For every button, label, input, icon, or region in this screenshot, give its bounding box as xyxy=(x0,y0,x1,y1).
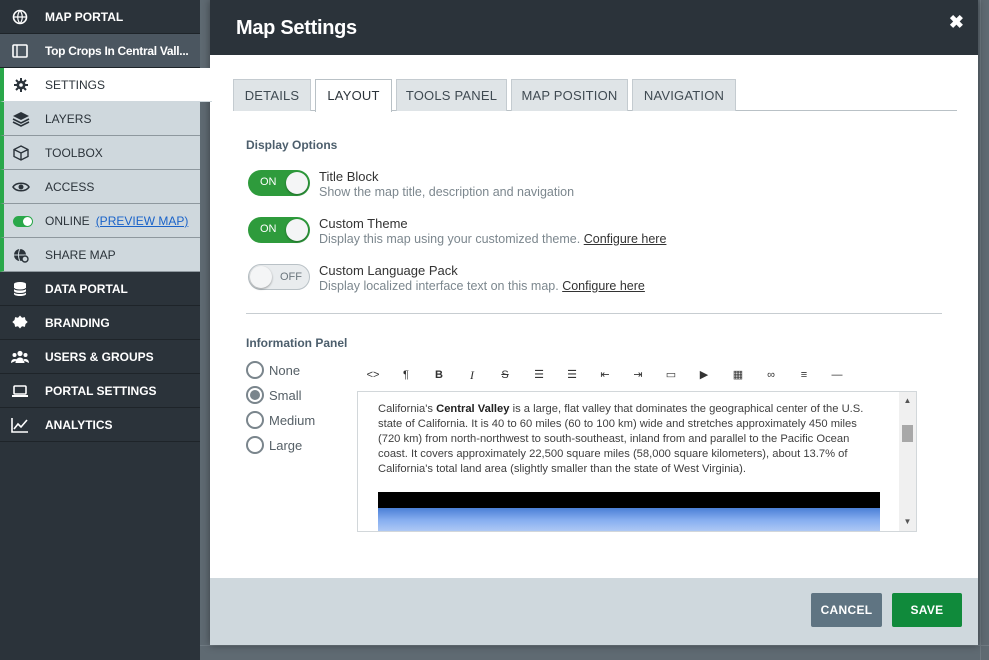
link-icon[interactable]: ∞ xyxy=(760,364,782,386)
configure-theme-link[interactable]: Configure here xyxy=(584,232,667,246)
configure-language-link[interactable]: Configure here xyxy=(562,279,645,293)
video-icon[interactable]: ▶ xyxy=(693,364,715,386)
information-panel-heading: Information Panel xyxy=(246,336,348,350)
image-icon[interactable]: ▭ xyxy=(660,364,682,386)
option-title: Custom Language Pack xyxy=(319,263,458,278)
nav-portal-settings[interactable]: PORTAL SETTINGS xyxy=(0,374,200,408)
bold-icon[interactable]: B xyxy=(428,364,450,386)
nav-label: MAP PORTAL xyxy=(45,10,124,24)
option-description: Display this map using your customized t… xyxy=(319,232,581,246)
radio-medium[interactable]: Medium xyxy=(246,410,315,430)
chart-icon xyxy=(11,418,28,433)
radio-small[interactable]: Small xyxy=(246,385,302,405)
modal-header: Map Settings ✖ xyxy=(210,0,978,55)
strikethrough-icon[interactable]: S xyxy=(494,364,516,386)
radio-none[interactable]: None xyxy=(246,360,300,380)
scroll-thumb[interactable] xyxy=(902,425,913,442)
preview-map-link[interactable]: (PREVIEW MAP) xyxy=(96,214,189,228)
outdent-icon[interactable]: ⇤ xyxy=(594,364,616,386)
globe-icon xyxy=(12,9,28,25)
laptop-icon xyxy=(12,385,28,397)
indent-icon[interactable]: ⇥ xyxy=(627,364,649,386)
option-title: Title Block xyxy=(319,169,379,184)
title-block-toggle[interactable]: ON xyxy=(248,170,310,196)
toggle-icon[interactable] xyxy=(13,216,33,227)
layers-icon xyxy=(12,112,30,127)
nav-label: TOOLBOX xyxy=(45,146,103,160)
save-button[interactable]: SAVE xyxy=(892,593,962,627)
tab-navigation[interactable]: NAVIGATION xyxy=(632,79,736,111)
italic-icon[interactable]: I xyxy=(461,364,483,386)
nav-settings[interactable]: SETTINGS xyxy=(0,68,212,102)
nav-label: ACCESS xyxy=(45,180,95,194)
embedded-image[interactable] xyxy=(378,492,880,531)
tab-layout[interactable]: LAYOUT xyxy=(315,79,392,112)
nav-users-groups[interactable]: USERS & GROUPS xyxy=(0,340,200,374)
numbered-list-icon[interactable]: ☰ xyxy=(561,364,583,386)
users-icon xyxy=(11,350,29,363)
cancel-button[interactable]: CANCEL xyxy=(811,593,882,627)
tab-bar: DETAILS LAYOUT TOOLS PANEL MAP POSITION … xyxy=(233,79,957,112)
sidebar: MAP PORTAL Top Crops In Central Vall... … xyxy=(0,0,212,660)
gear-icon xyxy=(14,78,28,92)
share-globe-icon xyxy=(14,248,29,263)
nav-share-map[interactable]: SHARE MAP xyxy=(0,238,200,272)
nav-label: ANALYTICS xyxy=(45,418,113,432)
nav-label: LAYERS xyxy=(45,112,92,126)
nav-label: USERS & GROUPS xyxy=(45,350,154,364)
nav-online[interactable]: ONLINE (PREVIEW MAP) xyxy=(0,204,200,238)
rich-text-editor[interactable]: California's Central Valley is a large, … xyxy=(357,391,917,532)
toggle-state: ON xyxy=(260,176,277,188)
nav-label: SHARE MAP xyxy=(45,248,116,262)
nav-analytics[interactable]: ANALYTICS xyxy=(0,408,200,442)
badge-icon xyxy=(12,315,28,329)
toggle-state: OFF xyxy=(280,271,302,283)
table-icon[interactable]: ▦ xyxy=(727,364,749,386)
modal-footer: CANCEL SAVE xyxy=(210,578,978,645)
nav-label: SETTINGS xyxy=(45,78,106,92)
display-options-heading: Display Options xyxy=(246,138,338,152)
nav-label: DATA PORTAL xyxy=(45,282,128,296)
map-settings-modal: Map Settings ✖ DETAILS LAYOUT TOOLS PANE… xyxy=(210,0,978,645)
map-icon xyxy=(12,44,28,58)
divider xyxy=(246,313,942,314)
nav-branding[interactable]: BRANDING xyxy=(0,306,200,340)
editor-toolbar: <> ¶ B I S ☰ ☰ ⇤ ⇥ ▭ ▶ ▦ ∞ ≡ — xyxy=(362,364,872,386)
align-icon[interactable]: ≡ xyxy=(793,364,815,386)
editor-content[interactable]: California's Central Valley is a large, … xyxy=(378,402,880,477)
database-icon xyxy=(13,282,27,296)
nav-label: PORTAL SETTINGS xyxy=(45,384,157,398)
option-description: Show the map title, description and navi… xyxy=(319,185,575,199)
nav-label: BRANDING xyxy=(45,316,110,330)
paragraph-icon[interactable]: ¶ xyxy=(395,364,417,386)
editor-scrollbar[interactable]: ▲ ▼ xyxy=(899,392,916,531)
modal-title: Map Settings xyxy=(236,17,357,39)
eye-icon xyxy=(12,182,30,192)
scroll-down-arrow-icon[interactable]: ▼ xyxy=(899,515,916,529)
language-pack-toggle[interactable]: OFF xyxy=(248,264,310,290)
scroll-up-arrow-icon[interactable]: ▲ xyxy=(899,394,916,408)
option-title: Custom Theme xyxy=(319,216,408,231)
nav-data-portal[interactable]: DATA PORTAL xyxy=(0,272,200,306)
tab-details[interactable]: DETAILS xyxy=(233,79,311,111)
nav-access[interactable]: ACCESS xyxy=(0,170,200,204)
close-icon[interactable]: ✖ xyxy=(949,12,964,33)
box-icon xyxy=(13,145,29,161)
code-icon[interactable]: <> xyxy=(362,364,384,386)
nav-map-portal[interactable]: MAP PORTAL xyxy=(0,0,200,34)
nav-toolbox[interactable]: TOOLBOX xyxy=(0,136,200,170)
tab-map-position[interactable]: MAP POSITION xyxy=(511,79,628,111)
toggle-state: ON xyxy=(260,223,277,235)
radio-large[interactable]: Large xyxy=(246,435,302,455)
horizontal-rule-icon[interactable]: — xyxy=(826,364,848,386)
option-description: Display localized interface text on this… xyxy=(319,279,559,293)
nav-label: ONLINE xyxy=(45,214,90,228)
bullet-list-icon[interactable]: ☰ xyxy=(528,364,550,386)
tab-tools-panel[interactable]: TOOLS PANEL xyxy=(396,79,507,111)
nav-current-map[interactable]: Top Crops In Central Vall... xyxy=(0,34,200,68)
nav-layers[interactable]: LAYERS xyxy=(0,102,200,136)
nav-label: Top Crops In Central Vall... xyxy=(45,44,189,58)
custom-theme-toggle[interactable]: ON xyxy=(248,217,310,243)
